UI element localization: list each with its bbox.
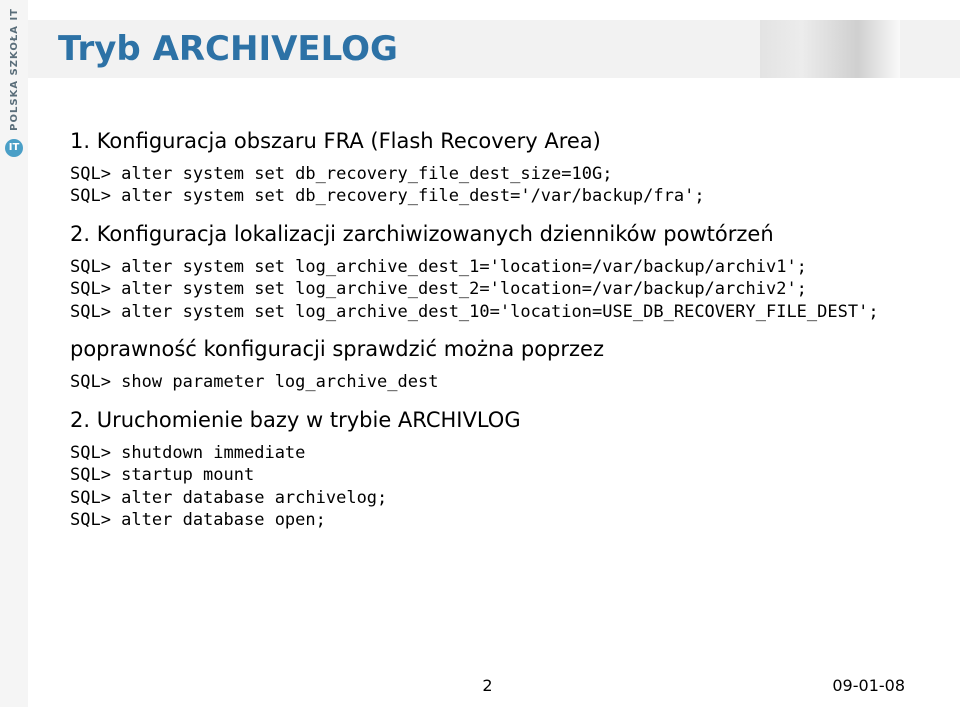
page-number: 2 xyxy=(482,676,492,695)
sidebar: POLSKA SZKOŁA IT IT xyxy=(0,0,28,707)
code-block: SQL> alter system set log_archive_dest_1… xyxy=(70,256,900,323)
footer-date: 09-01-08 xyxy=(832,676,905,695)
code-block: SQL> shutdown immediate SQL> startup mou… xyxy=(70,442,900,532)
sidebar-brand-text: POLSKA SZKOŁA IT xyxy=(9,8,20,131)
content-area: 1. Konfiguracja obszaru FRA (Flash Recov… xyxy=(70,115,900,533)
footer: 2 09-01-08 xyxy=(70,676,905,695)
brand-logo-icon: IT xyxy=(5,139,23,157)
section-heading: 2. Konfiguracja lokalizacji zarchiwizowa… xyxy=(70,222,900,246)
code-block: SQL> show parameter log_archive_dest xyxy=(70,371,900,393)
section-heading: poprawność konfiguracji sprawdzić można … xyxy=(70,337,900,361)
section-heading: 1. Konfiguracja obszaru FRA (Flash Recov… xyxy=(70,129,900,153)
section-heading: 2. Uruchomienie bazy w trybie ARCHIVLOG xyxy=(70,408,900,432)
page-title: Tryb ARCHIVELOG xyxy=(58,29,398,69)
title-band: Tryb ARCHIVELOG xyxy=(28,20,960,78)
code-block: SQL> alter system set db_recovery_file_d… xyxy=(70,163,900,208)
